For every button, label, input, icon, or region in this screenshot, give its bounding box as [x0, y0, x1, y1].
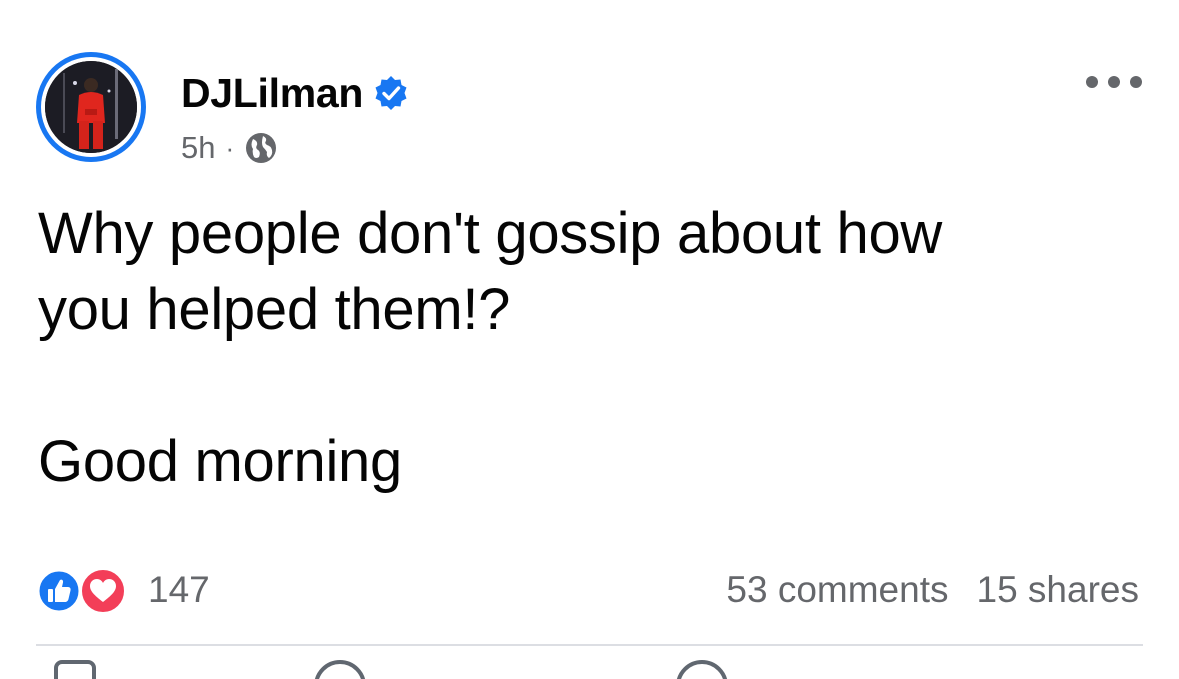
more-options-icon[interactable]	[1086, 64, 1142, 100]
globe-icon[interactable]	[244, 131, 278, 165]
share-button[interactable]	[676, 660, 728, 679]
reaction-count: 147	[148, 569, 210, 610]
post-text-line: Why people don't gossip about how	[38, 201, 942, 266]
action-bar	[36, 660, 1143, 679]
post-body: Why people don't gossip about how you he…	[38, 196, 1148, 500]
post-text-line: Good morning	[38, 429, 402, 494]
engagement-stats: 53 comments 15 shares	[726, 566, 1139, 614]
divider	[36, 644, 1143, 646]
author-name[interactable]: DJLilman	[181, 70, 363, 117]
verified-badge-icon	[375, 76, 407, 110]
comment-button[interactable]	[314, 660, 366, 679]
post-timestamp[interactable]: 5h	[181, 130, 215, 166]
avatar[interactable]	[36, 52, 146, 162]
love-icon	[78, 566, 128, 616]
author-row: DJLilman	[181, 68, 409, 118]
comments-count[interactable]: 53 comments	[726, 569, 948, 611]
avatar-photo	[45, 61, 137, 153]
post-meta: 5h ·	[181, 128, 278, 168]
like-icon	[36, 568, 82, 614]
facebook-post: DJLilman 5h · Why people don't gossip ab…	[0, 0, 1179, 679]
post-text-line: you helped them!?	[38, 277, 511, 342]
reaction-summary[interactable]: 147	[36, 566, 210, 616]
post-text-line	[38, 348, 1148, 424]
meta-separator: ·	[225, 132, 235, 163]
like-button[interactable]	[54, 660, 96, 679]
shares-count[interactable]: 15 shares	[977, 569, 1140, 611]
